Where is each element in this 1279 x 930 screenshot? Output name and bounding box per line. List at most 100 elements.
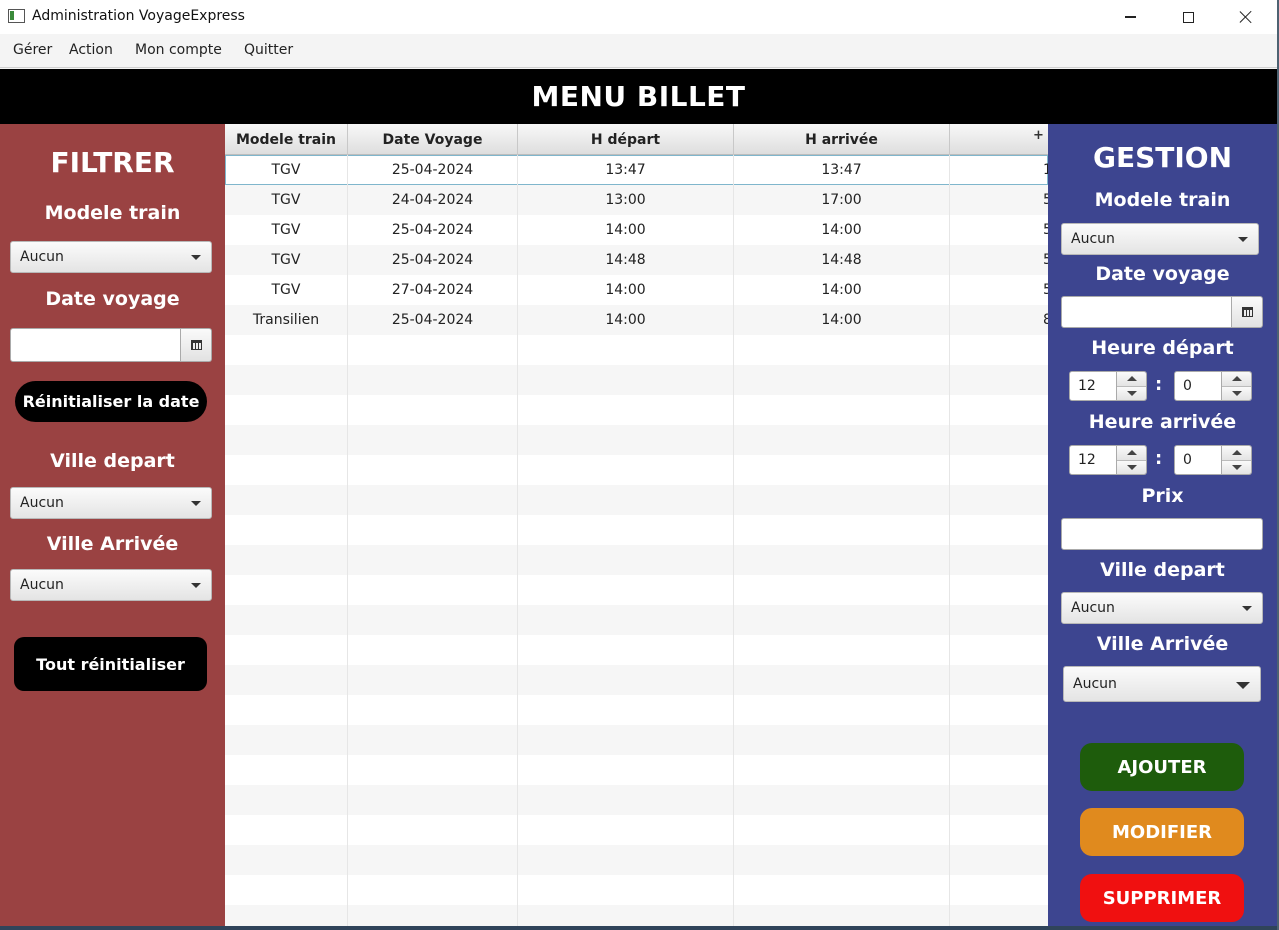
heure-depart-hour-value[interactable]: 12 (1069, 371, 1117, 401)
table-cell-depart: 14:00 (518, 275, 734, 305)
table-cell-depart: 14:48 (518, 245, 734, 275)
heure-depart-hour-buttons (1117, 371, 1147, 401)
heure-arrivee-hour-spinner[interactable]: 12 (1069, 445, 1147, 475)
table-row[interactable]: TGV 27-04-2024 14:00 14:00 5 (225, 275, 1048, 305)
table-cell-date: 25-04-2024 (348, 305, 518, 335)
empty-table-row[interactable] (225, 665, 1048, 695)
window-title: Administration VoyageExpress (32, 8, 245, 24)
empty-table-row[interactable] (225, 515, 1048, 545)
column-header-arrivee[interactable]: H arrivée (734, 124, 950, 155)
maximize-button[interactable] (1159, 0, 1217, 34)
table-row[interactable]: Transilien 25-04-2024 14:00 14:00 8 (225, 305, 1048, 335)
spinner-up-button[interactable] (1117, 446, 1146, 461)
filter-date-input[interactable] (10, 328, 181, 362)
empty-table-row[interactable] (225, 725, 1048, 755)
table-cell-modele (225, 725, 348, 755)
heure-depart-minute-value[interactable]: 0 (1174, 371, 1222, 401)
heure-depart-minute-buttons (1222, 371, 1252, 401)
empty-table-row[interactable] (225, 635, 1048, 665)
empty-table-row[interactable] (225, 695, 1048, 725)
empty-table-row[interactable] (225, 425, 1048, 455)
table-cell-date (348, 335, 518, 365)
spinner-down-button[interactable] (1222, 386, 1251, 400)
table-cell-modele (225, 335, 348, 365)
heure-arrivee-minute-value[interactable]: 0 (1174, 445, 1222, 475)
chevron-down-icon (191, 501, 201, 506)
empty-table-row[interactable] (225, 905, 1048, 926)
empty-table-row[interactable] (225, 845, 1048, 875)
reset-all-button[interactable]: Tout réinitialiser (14, 637, 207, 691)
close-button[interactable] (1217, 0, 1275, 34)
column-header-depart[interactable]: H départ (518, 124, 734, 155)
empty-table-row[interactable] (225, 335, 1048, 365)
table-cell-depart (518, 605, 734, 635)
supprimer-button[interactable]: SUPPRIMER (1080, 874, 1244, 922)
column-header-modele[interactable]: Modele train (225, 124, 348, 155)
gestion-date-button[interactable] (1232, 296, 1263, 328)
spinner-up-button[interactable] (1222, 372, 1251, 387)
chevron-down-icon (191, 255, 201, 260)
table-cell-depart (518, 875, 734, 905)
empty-table-row[interactable] (225, 485, 1048, 515)
menu-action[interactable]: Action (69, 42, 113, 58)
spinner-up-button[interactable] (1222, 446, 1251, 461)
table-row[interactable]: TGV 25-04-2024 14:48 14:48 5 (225, 245, 1048, 275)
empty-table-row[interactable] (225, 395, 1048, 425)
table-cell-modele: TGV (225, 155, 348, 185)
filter-modele-combo[interactable]: Aucun (10, 241, 212, 273)
table-cell-arrivee (734, 665, 950, 695)
table-row[interactable]: TGV 24-04-2024 13:00 17:00 5 (225, 185, 1048, 215)
column-menu-plus-icon[interactable]: + (1033, 128, 1044, 143)
table-cell-date (348, 785, 518, 815)
gestion-modele-combo[interactable]: Aucun (1061, 223, 1259, 255)
gestion-ville-arrivee-combo[interactable]: Aucun (1063, 666, 1261, 702)
table-cell-date: 27-04-2024 (348, 275, 518, 305)
spinner-down-button[interactable] (1222, 460, 1251, 474)
heure-arrivee-hour-value[interactable]: 12 (1069, 445, 1117, 475)
table-row[interactable]: TGV 25-04-2024 13:47 13:47 1 (225, 155, 1048, 185)
table-cell-extra: 5 (1043, 282, 1048, 298)
filter-ville-arrivee-value: Aucun (20, 577, 64, 593)
empty-table-row[interactable] (225, 815, 1048, 845)
spinner-down-button[interactable] (1117, 460, 1146, 474)
reset-date-button[interactable]: Réinitialiser la date (15, 381, 207, 422)
menu-gerer[interactable]: Gérer (13, 42, 52, 58)
ajouter-button[interactable]: AJOUTER (1080, 743, 1244, 791)
calendar-icon (190, 340, 202, 350)
heure-arrivee-minute-spinner[interactable]: 0 (1174, 445, 1252, 475)
empty-table-row[interactable] (225, 875, 1048, 905)
heure-depart-hour-spinner[interactable]: 12 (1069, 371, 1147, 401)
table-cell-extra: 8 (1043, 312, 1048, 328)
empty-table-row[interactable] (225, 605, 1048, 635)
chevron-down-icon (1242, 606, 1252, 611)
empty-table-row[interactable] (225, 455, 1048, 485)
table-cell-date (348, 545, 518, 575)
spinner-down-button[interactable] (1117, 386, 1146, 400)
minimize-button[interactable] (1101, 0, 1159, 34)
menu-mon-compte[interactable]: Mon compte (135, 42, 222, 58)
empty-table-row[interactable] (225, 575, 1048, 605)
empty-table-row[interactable] (225, 755, 1048, 785)
gestion-modele-value: Aucun (1071, 231, 1115, 247)
gestion-ville-depart-combo[interactable]: Aucun (1061, 592, 1263, 624)
app-icon (8, 9, 25, 23)
menu-quitter[interactable]: Quitter (244, 42, 293, 58)
heure-depart-colon: : (1155, 374, 1163, 395)
table-row[interactable]: TGV 25-04-2024 14:00 14:00 5 (225, 215, 1048, 245)
prix-input[interactable] (1061, 518, 1263, 550)
empty-table-row[interactable] (225, 785, 1048, 815)
column-header-date[interactable]: Date Voyage (348, 124, 518, 155)
filter-date-button[interactable] (181, 328, 212, 362)
table-cell-depart (518, 515, 734, 545)
filter-ville-arrivee-combo[interactable]: Aucun (10, 569, 212, 601)
filter-ville-depart-combo[interactable]: Aucun (10, 487, 212, 519)
empty-table-row[interactable] (225, 365, 1048, 395)
table-cell-arrivee (734, 455, 950, 485)
empty-table-row[interactable] (225, 545, 1048, 575)
table-cell-arrivee: 14:00 (734, 215, 950, 245)
modifier-button[interactable]: MODIFIER (1080, 808, 1244, 856)
prix-label: Prix (1141, 485, 1184, 507)
gestion-date-input[interactable] (1061, 296, 1232, 328)
heure-depart-minute-spinner[interactable]: 0 (1174, 371, 1252, 401)
spinner-up-button[interactable] (1117, 372, 1146, 387)
